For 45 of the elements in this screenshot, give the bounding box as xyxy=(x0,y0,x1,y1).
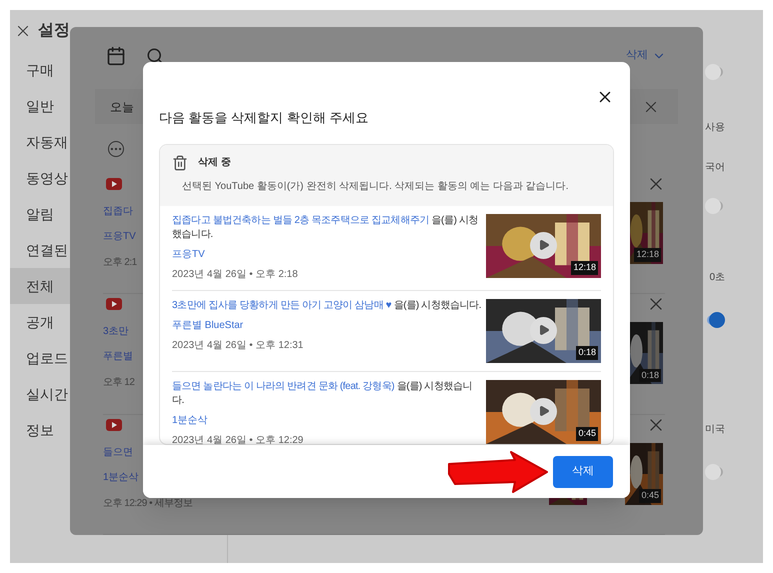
activity-text: 3초만에 집사를 당황하게 만든 아기 고양이 삼남매 ♥ 을(를) 시청했습니다. xyxy=(172,298,482,312)
delete-button[interactable]: 삭제 xyxy=(553,456,613,488)
watch-date: 2023년 4월 26일 • 오후 12:31 xyxy=(172,338,304,352)
video-link[interactable]: 집좁다고 불법건축하는 벌들 2층 목조주택으로 집교체해주기 xyxy=(172,214,430,226)
toggle-switch[interactable] xyxy=(705,198,725,214)
settings-title: 설정 xyxy=(38,21,70,41)
video-thumbnail[interactable]: 12:18 xyxy=(486,214,601,278)
watch-date: 2023년 4월 26일 • 오후 2:18 xyxy=(172,268,298,282)
notice-title: 삭제 중 xyxy=(198,156,231,170)
channel-name[interactable]: 푸른별 BlueStar xyxy=(172,318,244,332)
date-header: 오늘 xyxy=(110,98,134,116)
toggle-switch[interactable] xyxy=(705,464,725,480)
toggle-switch[interactable] xyxy=(705,64,725,80)
setting-label: 사용 xyxy=(705,122,725,133)
dialog-title: 다음 활동을 삭제할지 확인해 주세요 xyxy=(158,109,370,127)
channel-name[interactable]: 1분순삭 xyxy=(172,412,208,428)
video-thumbnail[interactable]: 0:45 xyxy=(486,380,601,444)
setting-label: 미국 xyxy=(705,424,725,435)
video-thumbnail[interactable]: 0:18 xyxy=(486,298,601,362)
toggle-switch[interactable] xyxy=(705,312,725,328)
video-play-icon xyxy=(106,178,122,190)
video-link[interactable]: 3초만에 집사를 당황하게 만든 아기 고양이 삼남매 ♥ xyxy=(172,300,392,310)
activity-text: 들으면 놀란다는 이 나라의 반려견 문화 (feat. 강형욱) 을(를) 시청했습니다. xyxy=(172,380,474,408)
watch-time: 오후 12 xyxy=(103,376,134,390)
setting-label: 국어 xyxy=(705,162,725,173)
search-icon[interactable] xyxy=(146,46,164,65)
channel-name[interactable]: 프응TV xyxy=(172,246,205,262)
duration-badge: 12:18 xyxy=(571,261,598,274)
duration-badge: 0:45 xyxy=(576,427,598,440)
duration-badge: 0:18 xyxy=(576,346,598,360)
watch-time: 오후 12:29 • 세부정보 xyxy=(103,496,192,510)
video-play-icon xyxy=(106,418,122,430)
calendar-icon[interactable] xyxy=(106,46,126,66)
video-play-icon xyxy=(106,298,122,310)
trash-icon xyxy=(172,154,188,170)
watch-date: 2023년 4월 26일 • 오후 12:29 xyxy=(172,434,304,444)
setting-label: 0초 xyxy=(709,272,725,283)
duration-badge: 12:18 xyxy=(634,248,661,262)
activity-text: 집좁다고 불법건축하는 벌들 2층 목조주택으로 집교체해주기 을(를) 시청했습니다. xyxy=(172,214,480,242)
duration-badge: 0:45 xyxy=(639,489,661,502)
duration-badge: 0:18 xyxy=(639,368,661,382)
watch-time: 오후 2:1 xyxy=(103,256,137,270)
notice-text: 선택된 YouTube 활동이(가) 완전히 삭제됩니다. 삭제되는 활동의 예는 다음과 같습니다. xyxy=(182,180,569,194)
more-icon[interactable] xyxy=(108,140,124,157)
video-link[interactable]: 들으면 놀란다는 이 나라의 반려견 문화 (feat. 강형욱) xyxy=(172,380,394,392)
